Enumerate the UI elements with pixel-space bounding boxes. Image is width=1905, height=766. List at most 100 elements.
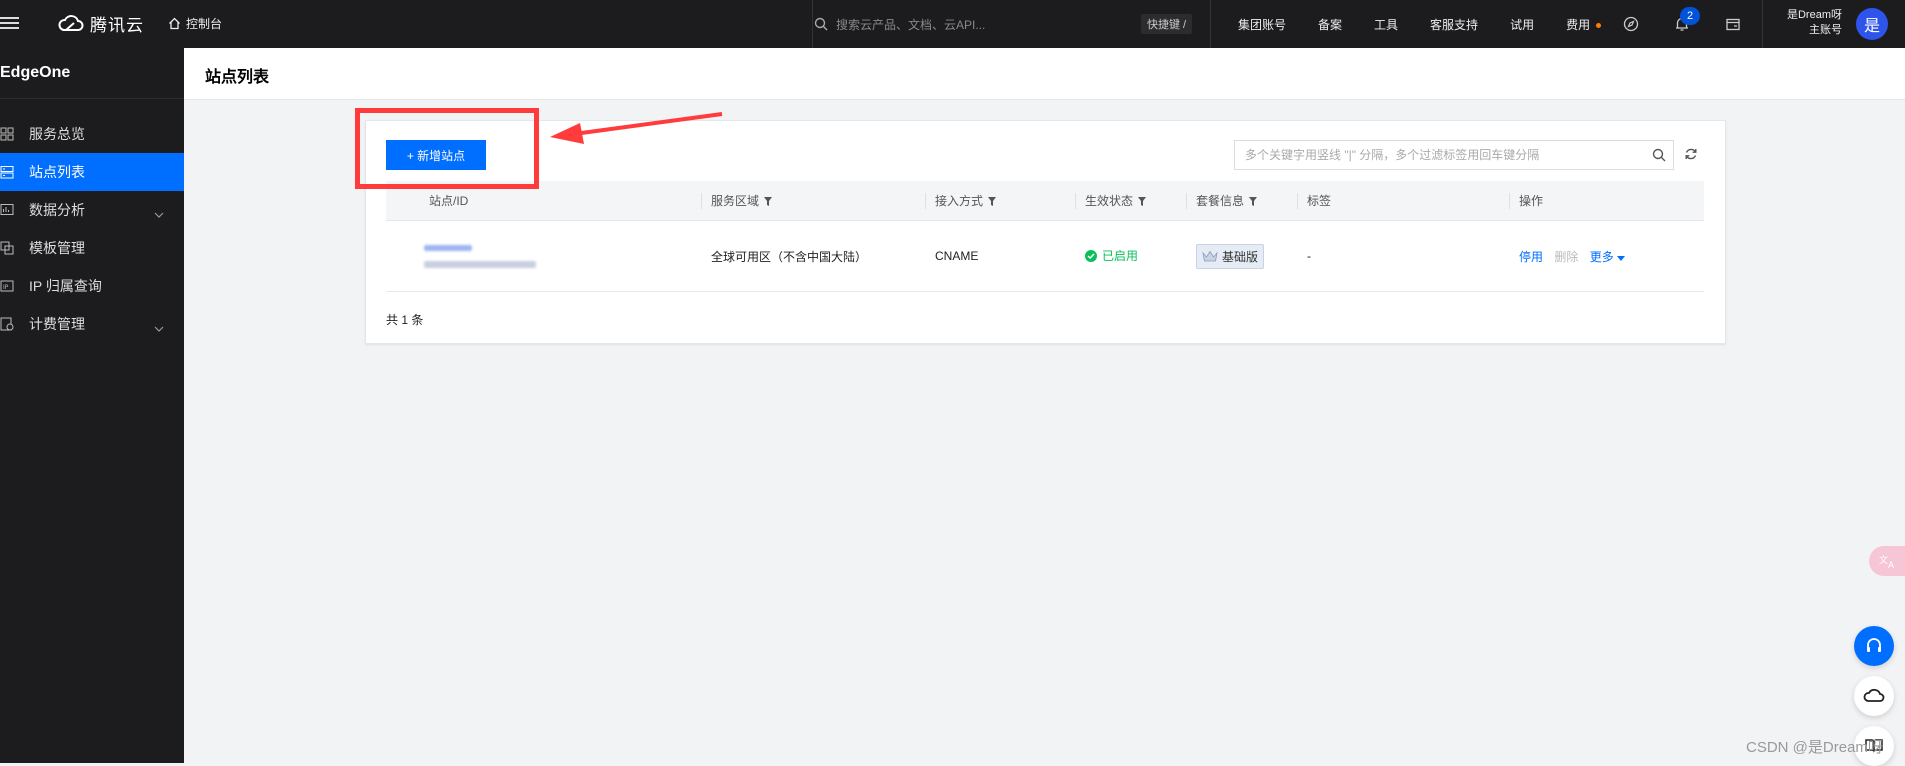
filter-icon[interactable] — [1138, 195, 1147, 209]
column-label: 操作 — [1519, 194, 1544, 208]
top-nav: 集团账号 备案 工具 客服支持 试用 费用 — [1238, 0, 1633, 48]
site-table: 站点/ID 服务区域 接入方式 生效状态 套餐信息 标签 操作 全球可用区（不含… — [386, 181, 1704, 292]
more-label: 更多 — [1589, 249, 1614, 264]
translate-icon: 文A — [1879, 554, 1895, 570]
site-list-card: + 新增站点 站点/ID 服务区域 接入方式 生效状态 套餐信息 标签 操作 — [365, 120, 1726, 344]
sidebar: EdgeOne 服务总览 站点列表 数据分析 模板管理 IP IP 归属查询 计… — [0, 48, 184, 763]
nav-trial[interactable]: 试用 — [1510, 16, 1534, 33]
global-search[interactable]: 搜索云产品、文档、云API... — [814, 8, 1194, 40]
user-name: 是Dream呀 — [1786, 9, 1842, 21]
cloud-assistant-button[interactable] — [1854, 676, 1894, 716]
column-actions: 操作 — [1509, 181, 1704, 221]
site-id-redacted — [424, 260, 536, 268]
cloud-logo-icon — [58, 14, 84, 31]
sidebar-title: EdgeOne — [0, 48, 184, 99]
wallet-icon[interactable] — [1722, 13, 1744, 35]
svg-text:A: A — [1888, 561, 1895, 570]
chevron-down-icon — [154, 319, 164, 335]
refresh-icon[interactable] — [1684, 147, 1698, 164]
sidebar-item-label: 站点列表 — [29, 164, 85, 180]
caret-down-icon — [1617, 255, 1626, 261]
delete-link-disabled: 删除 — [1554, 249, 1579, 264]
ip-icon: IP — [0, 278, 16, 294]
page-title: 站点列表 — [205, 69, 270, 86]
total-count: 共 1 条 — [386, 313, 424, 327]
page-header: 站点列表 — [184, 48, 1905, 100]
svg-text:IP: IP — [3, 284, 9, 291]
nav-group-account[interactable]: 集团账号 — [1238, 16, 1286, 33]
status-cell: 已启用 — [1075, 220, 1186, 292]
sidebar-item-label: IP 归属查询 — [29, 278, 102, 294]
sidebar-item-label: 计费管理 — [29, 316, 85, 332]
filter-icon[interactable] — [764, 195, 773, 209]
sidebar-item-label: 模板管理 — [29, 240, 85, 256]
notification-badge: 2 — [1680, 7, 1700, 25]
table-row: 全球可用区（不含中国大陆） CNAME 已启用 基础版 - 停用 删除 更多 — [386, 220, 1704, 292]
avatar[interactable]: 是 — [1856, 8, 1888, 40]
billing-dot — [1596, 22, 1602, 28]
filter-input[interactable] — [1235, 141, 1645, 169]
sidebar-item-label: 服务总览 — [29, 126, 85, 142]
column-access: 接入方式 — [925, 181, 1075, 221]
more-dropdown[interactable]: 更多 — [1589, 249, 1626, 264]
console-label: 控制台 — [186, 17, 223, 31]
search-icon — [814, 17, 828, 31]
site-name-redacted — [424, 244, 472, 251]
sidebar-item-templates[interactable]: 模板管理 — [0, 229, 184, 267]
console-link[interactable]: 控制台 — [168, 15, 222, 32]
top-bar: 腾讯云 控制台 搜索云产品、文档、云API... 快捷键 / 集团账号 备案 工… — [0, 0, 1905, 48]
column-label: 套餐信息 — [1196, 194, 1245, 208]
nav-billing-label: 费用 — [1566, 17, 1591, 32]
column-region: 服务区域 — [701, 181, 925, 221]
topbar-divider — [1210, 0, 1211, 48]
column-tags: 标签 — [1297, 181, 1509, 221]
topbar-divider — [1762, 0, 1763, 48]
plan-label: 基础版 — [1222, 249, 1259, 264]
column-label: 站点/ID — [429, 194, 469, 208]
status-label: 已启用 — [1102, 249, 1139, 264]
nav-tools[interactable]: 工具 — [1374, 16, 1398, 33]
chart-icon — [0, 202, 16, 218]
headset-icon — [1867, 638, 1881, 652]
plan-badge[interactable]: 基础版 — [1196, 243, 1265, 269]
sidebar-item-site-list[interactable]: 站点列表 — [0, 153, 184, 191]
site-id-cell[interactable] — [386, 220, 701, 292]
chevron-down-icon — [154, 205, 164, 221]
nav-support[interactable]: 客服支持 — [1430, 16, 1478, 33]
column-label: 服务区域 — [711, 194, 760, 208]
filter-icon[interactable] — [988, 195, 997, 209]
column-label: 接入方式 — [935, 194, 984, 208]
status-badge: 已启用 — [1085, 247, 1138, 264]
watermark: CSDN @是Dream呀 — [1746, 739, 1883, 756]
user-role: 主账号 — [1809, 24, 1842, 36]
sidebar-item-label: 数据分析 — [29, 202, 85, 218]
brand-logo[interactable]: 腾讯云 — [58, 11, 144, 36]
grid-icon — [0, 126, 16, 142]
column-label: 标签 — [1307, 194, 1332, 208]
nav-billing[interactable]: 费用 — [1566, 16, 1602, 33]
search-icon[interactable] — [1645, 148, 1673, 162]
disable-link[interactable]: 停用 — [1519, 250, 1543, 264]
sidebar-item-analytics[interactable]: 数据分析 — [0, 191, 184, 229]
tag-cell: - — [1297, 220, 1509, 292]
sidebar-item-ip-lookup[interactable]: IP IP 归属查询 — [0, 267, 184, 305]
sidebar-item-overview[interactable]: 服务总览 — [0, 115, 184, 153]
region-cell: 全球可用区（不含中国大陆） — [701, 220, 925, 292]
user-info[interactable]: 是Dream呀 主账号 — [1768, 8, 1842, 38]
filter-box — [1234, 140, 1674, 170]
filter-icon[interactable] — [1249, 195, 1258, 209]
billing-icon — [0, 316, 16, 332]
actions-cell: 停用 删除 更多 — [1509, 220, 1704, 292]
translate-float-button[interactable]: 文A — [1869, 546, 1905, 576]
topbar-divider — [812, 0, 813, 48]
menu-icon[interactable] — [0, 14, 20, 34]
server-icon — [0, 164, 16, 180]
customer-service-button[interactable] — [1854, 626, 1894, 666]
nav-filing[interactable]: 备案 — [1318, 16, 1342, 33]
annotation-arrow-icon — [550, 112, 723, 144]
column-plan: 套餐信息 — [1186, 181, 1297, 221]
hotkey-hint: 快捷键 / — [1141, 14, 1193, 34]
annotation-highlight-box — [355, 108, 539, 189]
compass-icon[interactable] — [1620, 13, 1642, 35]
sidebar-item-billing[interactable]: 计费管理 — [0, 305, 184, 343]
